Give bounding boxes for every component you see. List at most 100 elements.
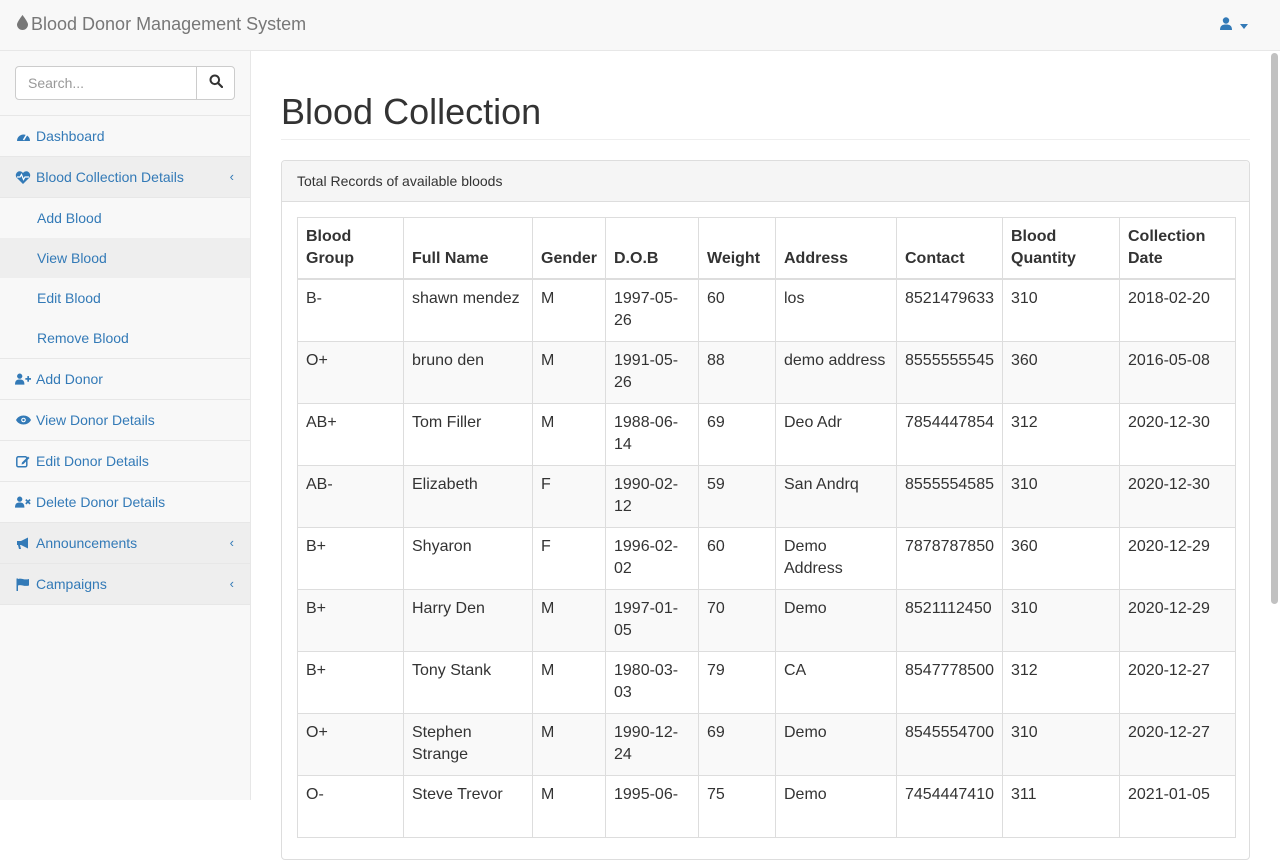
sidebar-item-label: Edit Donor Details xyxy=(36,453,149,469)
table-cell: 7454447410 xyxy=(896,774,1003,838)
table-row: B+ Tony Stank M 1980-03-03 79 CA 8547778500 312… xyxy=(297,650,1236,714)
brand-title: Blood Donor Management System xyxy=(31,14,307,34)
sidebar-item-campaigns[interactable]: Campaigns ‹ xyxy=(0,564,250,605)
heartbeat-icon xyxy=(15,170,31,184)
table-cell: 2020-12-30 xyxy=(1119,402,1236,466)
column-header: Address xyxy=(775,217,897,280)
edit-icon xyxy=(15,454,31,468)
table-cell: B- xyxy=(297,278,404,342)
sidebar-item-edit-donor-details[interactable]: Edit Donor Details xyxy=(0,441,250,482)
table-cell: 1980-03-03 xyxy=(605,650,699,714)
sidebar-item-announcements[interactable]: Announcements ‹ xyxy=(0,523,250,564)
table-cell: 310 xyxy=(1002,712,1120,776)
user-menu-toggle[interactable] xyxy=(1220,17,1248,35)
table-cell: 312 xyxy=(1002,402,1120,466)
table-cell: 1990-02-12 xyxy=(605,464,699,528)
column-header: Blood Quantity xyxy=(1002,217,1120,280)
table-cell: F xyxy=(532,464,606,528)
table-cell: 312 xyxy=(1002,650,1120,714)
table-cell: 70 xyxy=(698,588,776,652)
sidebar-subitem-remove-blood[interactable]: Remove Blood xyxy=(0,318,250,358)
table-cell: Shyaron xyxy=(403,526,533,590)
table-cell: 2020-12-29 xyxy=(1119,526,1236,590)
sidebar-item-blood-collection-details[interactable]: Blood Collection Details ‹ xyxy=(0,157,250,198)
table-row: O- Steve Trevor M 1995-06- 75 Demo 7454447410 3… xyxy=(297,774,1236,838)
sidebar-item-label: Dashboard xyxy=(36,128,105,144)
table-cell: 59 xyxy=(698,464,776,528)
sidebar-subitem-view-blood[interactable]: View Blood xyxy=(0,238,250,278)
table-cell: CA xyxy=(775,650,897,714)
sidebar-item-view-donor-details[interactable]: View Donor Details xyxy=(0,400,250,441)
sidebar-subitem-add-blood[interactable]: Add Blood xyxy=(0,198,250,238)
sidebar-subitem-edit-blood[interactable]: Edit Blood xyxy=(0,278,250,318)
title-divider xyxy=(281,139,1250,140)
table-cell: San Andrq xyxy=(775,464,897,528)
table-cell: 310 xyxy=(1002,278,1120,342)
table-cell: 310 xyxy=(1002,464,1120,528)
table-cell: 311 xyxy=(1002,774,1120,838)
sidebar-item-label: Announcements xyxy=(36,535,138,551)
table-cell: M xyxy=(532,774,606,838)
table-cell: 2020-12-30 xyxy=(1119,464,1236,528)
page-title: Blood Collection xyxy=(281,91,542,132)
table-row: AB- Elizabeth F 1990-02-12 59 San Andrq 855555… xyxy=(297,464,1236,528)
search-input[interactable] xyxy=(15,66,197,100)
table-cell: 1988-06-14 xyxy=(605,402,699,466)
table-cell: 2020-12-27 xyxy=(1119,712,1236,776)
sidebar-item-label: Campaigns xyxy=(36,576,107,592)
brand-link[interactable]: Blood Donor Management System xyxy=(17,14,306,35)
table-cell: 2020-12-29 xyxy=(1119,588,1236,652)
page-scrollbar[interactable] xyxy=(1271,53,1278,604)
eye-icon xyxy=(15,415,31,425)
table-cell: 7854447854 xyxy=(896,402,1003,466)
table-cell: B+ xyxy=(297,588,404,652)
table-cell: 69 xyxy=(698,402,776,466)
table-cell: F xyxy=(532,526,606,590)
table-cell: M xyxy=(532,588,606,652)
table-cell: shawn mendez xyxy=(403,278,533,342)
table-row: B+ Harry Den M 1997-01-05 70 Demo 8521112450 31… xyxy=(297,588,1236,652)
table-cell: 1997-01-05 xyxy=(605,588,699,652)
table-row: AB+ Tom Filler M 1988-06-14 69 Deo Adr 7854447… xyxy=(297,402,1236,466)
table-cell: 75 xyxy=(698,774,776,838)
search-button[interactable] xyxy=(196,66,235,100)
column-header: Collection Date xyxy=(1119,217,1236,280)
table-cell: Demo xyxy=(775,774,897,838)
column-header: Full Name xyxy=(403,217,533,280)
table-cell: 1996-02-02 xyxy=(605,526,699,590)
sidebar: Dashboard Blood Collection Details ‹ Add… xyxy=(0,51,251,800)
table-cell: B+ xyxy=(297,650,404,714)
table-cell: 7878787850 xyxy=(896,526,1003,590)
table-cell: 8547778500 xyxy=(896,650,1003,714)
sidebar-item-label: Blood Collection Details xyxy=(36,169,184,185)
table-cell: 60 xyxy=(698,278,776,342)
table-cell: 2020-12-27 xyxy=(1119,650,1236,714)
table-cell: M xyxy=(532,278,606,342)
sidebar-item-delete-donor-details[interactable]: Delete Donor Details xyxy=(0,482,250,523)
table-cell: 360 xyxy=(1002,340,1120,404)
sidebar-item-dashboard[interactable]: Dashboard xyxy=(0,116,250,157)
chevron-left-icon: ‹ xyxy=(229,576,234,591)
blood-collection-submenu: Add Blood View Blood Edit Blood Remove B… xyxy=(0,198,250,359)
table-cell: M xyxy=(532,650,606,714)
column-header: Weight xyxy=(698,217,776,280)
chevron-left-icon: ‹ xyxy=(229,535,234,550)
search-icon xyxy=(209,74,223,93)
table-cell: 8555554585 xyxy=(896,464,1003,528)
table-cell: 1995-06- xyxy=(605,774,699,838)
table-cell: 8555555545 xyxy=(896,340,1003,404)
table-cell: Elizabeth xyxy=(403,464,533,528)
column-header: Gender xyxy=(532,217,606,280)
table-cell: O+ xyxy=(297,340,404,404)
table-cell: Steve Trevor xyxy=(403,774,533,838)
column-header: Contact xyxy=(896,217,1003,280)
blood-records-table: Blood Group Full Name Gender D.O.B Weight Add… xyxy=(297,217,1236,838)
table-cell: Harry Den xyxy=(403,588,533,652)
user-times-icon xyxy=(15,496,31,508)
table-cell: 2021-01-05 xyxy=(1119,774,1236,838)
table-cell: B+ xyxy=(297,526,404,590)
sidebar-item-add-donor[interactable]: Add Donor xyxy=(0,359,250,400)
table-cell: 2016-05-08 xyxy=(1119,340,1236,404)
table-row: O+ bruno den M 1991-05-26 88 demo address 8555… xyxy=(297,340,1236,404)
table-cell: Tony Stank xyxy=(403,650,533,714)
